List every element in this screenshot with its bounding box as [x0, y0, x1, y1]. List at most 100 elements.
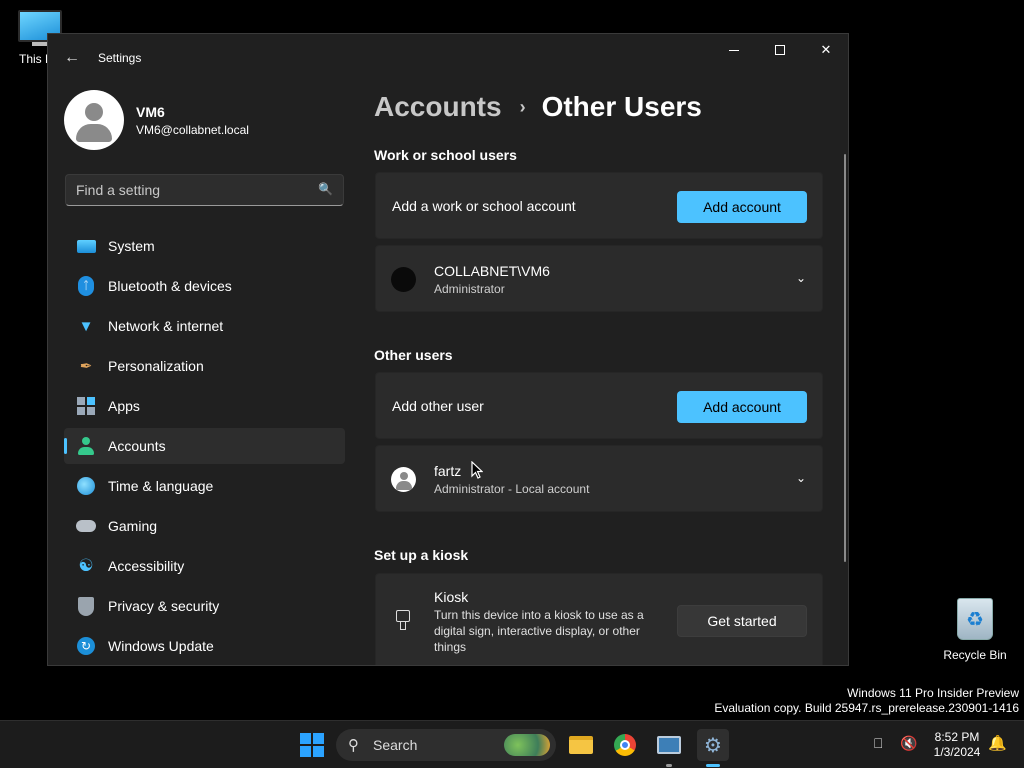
- avatar: [391, 467, 416, 492]
- volume-muted-icon[interactable]: 🔇: [900, 735, 917, 752]
- page-title: Other Users: [541, 91, 702, 122]
- sidebar-item-label: Personalization: [108, 358, 204, 374]
- add-other-user-label: Add other user: [392, 398, 484, 414]
- sidebar-item-privacy-security[interactable]: Privacy & security: [64, 588, 345, 624]
- avatar: [64, 90, 124, 150]
- windows-logo-icon: [300, 733, 311, 744]
- gear-icon: ⚙: [704, 734, 722, 757]
- remote-desktop-icon: [657, 736, 681, 754]
- sidebar-item-bluetooth[interactable]: ᛏ Bluetooth & devices: [64, 268, 345, 304]
- work-school-section-title: Work or school users: [374, 147, 517, 163]
- watermark-line-2: Evaluation copy. Build 25947.rs_prerelea…: [714, 701, 1019, 715]
- watermark-line-1: Windows 11 Pro Insider Preview: [847, 686, 1019, 700]
- gamepad-icon: [76, 516, 96, 536]
- shield-icon: [76, 596, 96, 616]
- get-started-button[interactable]: Get started: [677, 605, 807, 637]
- add-work-account-button[interactable]: Add account: [677, 191, 807, 223]
- sidebar-item-label: Bluetooth & devices: [108, 278, 232, 294]
- add-other-account-button[interactable]: Add account: [677, 391, 807, 423]
- sidebar-item-gaming[interactable]: Gaming: [64, 508, 345, 544]
- sidebar-item-label: Accessibility: [108, 558, 185, 574]
- brush-icon: ✒: [79, 358, 93, 375]
- sidebar-item-label: Windows Update: [108, 638, 214, 654]
- close-icon: ✕: [820, 42, 832, 57]
- other-user-name: fartz: [434, 463, 462, 479]
- profile-name: VM6: [136, 103, 165, 120]
- breadcrumb-chevron-icon: ›: [519, 96, 526, 117]
- breadcrumb: Accounts › Other Users: [374, 91, 702, 123]
- add-other-user-card: Add other user Add account: [375, 372, 823, 439]
- back-arrow-icon[interactable]: ←: [60, 46, 84, 70]
- kiosk-card: Kiosk Turn this device into a kiosk to u…: [375, 573, 823, 665]
- sidebar-item-accounts[interactable]: Accounts: [64, 428, 345, 464]
- find-setting-search[interactable]: 🔍: [65, 174, 344, 206]
- breadcrumb-parent[interactable]: Accounts: [374, 91, 502, 123]
- add-work-school-card: Add a work or school account Add account: [375, 172, 823, 239]
- accounts-icon: [76, 436, 96, 456]
- sidebar-item-label: Apps: [108, 398, 140, 414]
- wifi-icon: ▼: [78, 317, 94, 335]
- work-user-name: COLLABNET\VM6: [434, 263, 550, 279]
- sidebar-item-network[interactable]: ▼ Network & internet: [64, 308, 345, 344]
- folder-icon: [569, 736, 593, 754]
- chevron-down-icon[interactable]: ⌄: [796, 471, 806, 485]
- sidebar-item-apps[interactable]: Apps: [64, 388, 345, 424]
- other-user-role: Administrator - Local account: [434, 482, 590, 496]
- app-title: Settings: [98, 51, 142, 65]
- notification-bell-icon[interactable]: 🔔: [988, 734, 1007, 752]
- sidebar-item-label: Privacy & security: [108, 598, 220, 614]
- network-status-icon[interactable]: ⎕: [874, 735, 882, 752]
- accessibility-icon: ☯: [78, 556, 94, 575]
- search-icon: ⚲: [348, 737, 359, 754]
- other-user-row[interactable]: fartz Administrator - Local account ⌄: [375, 445, 823, 512]
- scrollbar[interactable]: [844, 154, 846, 562]
- profile-email: VM6@collabnet.local: [136, 122, 249, 137]
- search-highlight-icon: [504, 734, 550, 756]
- sidebar-item-time-language[interactable]: Time & language: [64, 468, 345, 504]
- settings-taskbar-button[interactable]: ⚙: [697, 729, 729, 767]
- taskbar-search-label: Search: [373, 737, 418, 753]
- minimize-button[interactable]: [711, 34, 757, 66]
- kiosk-icon: [396, 610, 410, 632]
- system-icon: [76, 236, 96, 256]
- kiosk-title: Kiosk: [434, 589, 469, 605]
- update-icon: ↻: [76, 636, 96, 656]
- minimize-icon: [729, 49, 739, 51]
- evaluation-watermark: Windows 11 Pro Insider Preview Evaluatio…: [714, 686, 1019, 716]
- title-bar[interactable]: ← Settings ✕: [48, 34, 848, 80]
- system-clock[interactable]: 8:52 PM 1/3/2024: [926, 730, 988, 760]
- search-icon: 🔍: [318, 182, 333, 196]
- sidebar-item-label: Network & internet: [108, 318, 224, 334]
- sidebar-item-accessibility[interactable]: ☯ Accessibility: [64, 548, 345, 584]
- other-users-section-title: Other users: [374, 347, 453, 363]
- file-explorer-button[interactable]: [565, 729, 597, 761]
- sidebar-item-label: Gaming: [108, 518, 158, 534]
- work-user-row[interactable]: COLLABNET\VM6 Administrator ⌄: [375, 245, 823, 312]
- sidebar-item-windows-update[interactable]: ↻ Windows Update: [64, 628, 345, 664]
- remote-desktop-button[interactable]: [653, 729, 685, 767]
- chrome-button[interactable]: [609, 729, 641, 761]
- globe-icon: [76, 476, 96, 496]
- apps-icon: [76, 396, 96, 416]
- start-button[interactable]: [300, 733, 324, 757]
- sidebar-item-personalization[interactable]: ✒ Personalization: [64, 348, 345, 384]
- sidebar-item-label: System: [108, 238, 155, 254]
- kiosk-section-title: Set up a kiosk: [374, 547, 469, 563]
- avatar: [391, 267, 416, 292]
- maximize-button[interactable]: [757, 34, 803, 66]
- sidebar-item-label: Time & language: [108, 478, 214, 494]
- search-input[interactable]: [76, 175, 306, 205]
- user-profile[interactable]: VM6 VM6@collabnet.local: [64, 90, 249, 150]
- chevron-down-icon[interactable]: ⌄: [796, 271, 806, 285]
- recycle-bin-icon: [957, 598, 993, 640]
- add-work-school-label: Add a work or school account: [392, 198, 576, 214]
- recycle-bin-desktop-icon[interactable]: Recycle Bin: [940, 598, 1010, 662]
- clock-date: 1/3/2024: [933, 745, 981, 759]
- close-button[interactable]: ✕: [803, 34, 848, 66]
- chrome-icon: [614, 734, 636, 756]
- settings-window: ← Settings ✕ VM6 VM6@collabnet.local 🔍 S…: [47, 33, 849, 666]
- sidebar-item-system[interactable]: System: [64, 228, 345, 264]
- taskbar-search[interactable]: ⚲ Search: [336, 729, 556, 761]
- sidebar-item-label: Accounts: [108, 438, 166, 454]
- sidebar-nav: System ᛏ Bluetooth & devices ▼ Network &…: [64, 228, 345, 665]
